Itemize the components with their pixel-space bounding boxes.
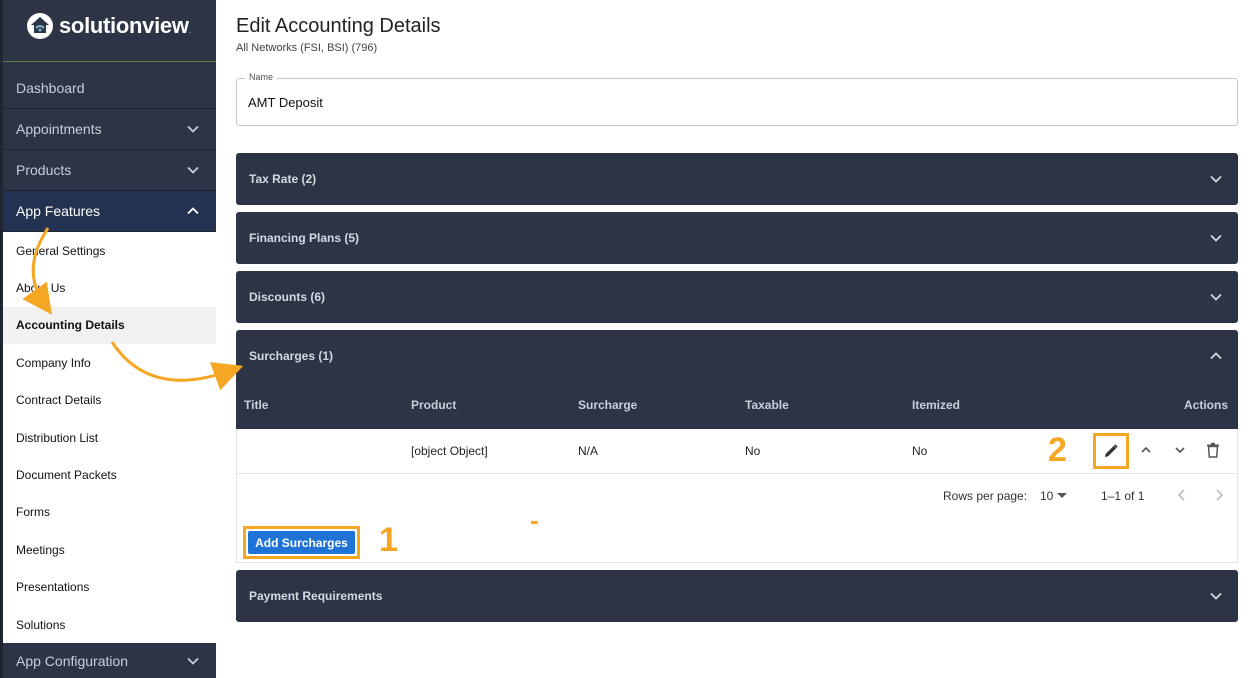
cell-product: [object Object] [411,444,488,458]
page-subtitle: All Networks (FSI, BSI) (796) [236,42,378,54]
panel-label: Payment Requirements [249,589,383,603]
chevron-down-icon [1210,175,1222,183]
panel-label: Tax Rate (2) [249,172,317,186]
sidebar-item-label: Products [16,162,72,178]
page-title: Edit Accounting Details [236,15,441,37]
panel-financing-plans[interactable]: Financing Plans (5) [236,212,1238,264]
panel-label: Discounts (6) [249,290,326,304]
sidebar-subitem-forms[interactable]: Forms [3,494,216,531]
sidebar-subitem-accounting-details[interactable]: Accounting Details [3,306,216,345]
annotation-step-1: 1 [379,521,398,559]
chevron-down-icon [1175,447,1185,454]
rows-per-page-label: Rows per page: [943,489,1028,503]
rows-per-page-select[interactable]: 10 [1040,489,1068,503]
chevron-down-icon [187,125,199,133]
cell-surcharge: N/A [578,444,599,458]
cell-taxable: No [745,444,761,458]
chevron-down-icon [187,657,199,665]
sidebar-item-app-features[interactable]: App Features [3,191,216,232]
trash-icon [1207,442,1219,458]
panel-label: Financing Plans (5) [249,231,360,245]
panel-label: Surcharges (1) [249,348,334,363]
chevron-right-icon [1216,489,1224,501]
brand-logo[interactable]: solutionview. [25,11,191,41]
move-down-button[interactable] [1169,439,1191,461]
sidebar-header: solutionview. [3,0,216,62]
chevron-up-icon [187,207,199,215]
chevron-down-icon [1210,592,1222,600]
name-field[interactable]: Name AMT Deposit [236,72,1238,126]
sidebar-item-label: Appointments [16,121,102,137]
panel-payment-requirements[interactable]: Payment Requirements [236,570,1238,622]
annotation-step-2: 2 [1048,431,1067,469]
surcharges-table-header: Title Product Surcharge Taxable Itemized… [236,381,1238,429]
chevron-left-icon [1177,489,1185,501]
edit-button[interactable] [1093,433,1129,469]
delete-button[interactable] [1202,439,1224,461]
pagination-range: 1–1 of 1 [1101,489,1145,503]
next-page-button[interactable] [1212,487,1226,506]
sidebar-item-label: Dashboard [16,80,85,96]
table-row: [object Object] N/A No No [237,429,1237,474]
chevron-down-icon [187,166,199,174]
column-header-actions: Actions [1183,398,1228,412]
sidebar-subitem-solutions[interactable]: Solutions [3,606,216,643]
sidebar-submenu-app-features: General Settings About Us Accounting Det… [3,232,216,644]
caret-down-icon [1057,493,1068,498]
pencil-icon [1105,444,1118,457]
column-header-product: Product [411,398,457,412]
sidebar-subitem-presentations[interactable]: Presentations [3,569,216,606]
add-surcharges-button[interactable]: Add Surcharges [248,531,355,554]
cell-itemized: No [912,444,928,458]
column-header-itemized: Itemized [912,398,961,412]
sidebar-subitem-about-us[interactable]: About Us [3,269,216,306]
panel-tax-rate[interactable]: Tax Rate (2) [236,153,1238,205]
column-header-taxable: Taxable [745,398,789,412]
house-wifi-icon [27,13,53,39]
rows-per-page-value: 10 [1040,489,1054,503]
sidebar-subitem-contract-details[interactable]: Contract Details [3,382,216,419]
sidebar-item-app-configuration[interactable]: App Configuration [3,644,216,678]
sidebar-subitem-distribution-list[interactable]: Distribution List [3,419,216,456]
name-field-value[interactable]: AMT Deposit [248,95,323,110]
sidebar-item-products[interactable]: Products [3,150,216,191]
sidebar-subitem-company-info[interactable]: Company Info [3,344,216,381]
column-header-title: Title [244,398,269,412]
chevron-up-icon [1141,446,1151,453]
prev-page-button[interactable] [1175,487,1189,506]
add-surcharges-button-highlight: Add Surcharges [243,526,360,559]
brand-name: solutionview. [59,13,192,38]
sidebar-subitem-document-packets[interactable]: Document Packets [3,456,216,493]
sidebar-item-appointments[interactable]: Appointments [3,109,216,150]
sidebar-subitem-meetings[interactable]: Meetings [3,531,216,568]
chevron-down-icon [1210,293,1222,301]
move-up-button[interactable] [1135,439,1157,461]
sidebar-nav: Dashboard Appointments Products App Feat… [3,68,216,644]
sidebar-subitem-general-settings[interactable]: General Settings [3,232,216,269]
chevron-up-icon [1210,351,1222,359]
panel-discounts[interactable]: Discounts (6) [236,271,1238,323]
panel-surcharges[interactable]: Surcharges (1) [236,330,1238,382]
annotation-dash: - [530,505,539,535]
sidebar-item-label: App Configuration [16,653,129,669]
sidebar: solutionview. Dashboard Appointments Pro… [0,0,216,678]
app-root: solutionview. Dashboard Appointments Pro… [0,0,1252,678]
sidebar-item-label: App Features [16,203,101,219]
name-field-label: Name [245,72,278,82]
chevron-down-icon [1210,234,1222,242]
sidebar-item-dashboard[interactable]: Dashboard [3,68,216,109]
column-header-surcharge: Surcharge [578,398,638,412]
